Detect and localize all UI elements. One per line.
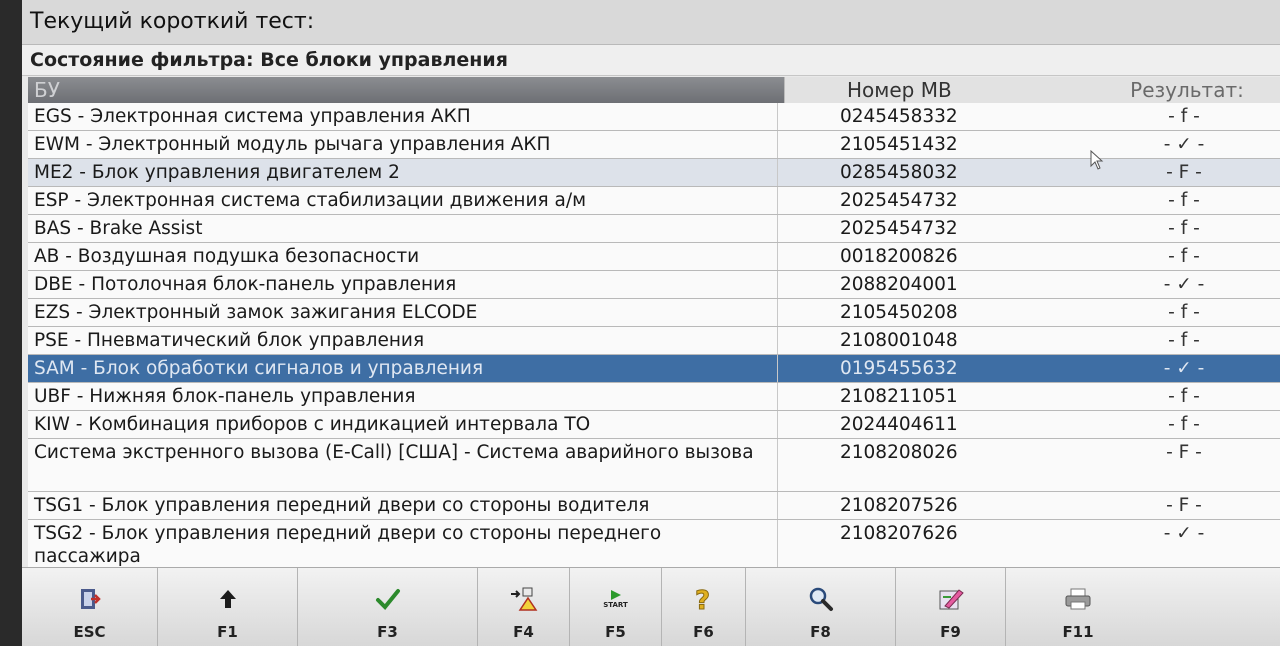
- cell-mb-number: 2108207626: [840, 523, 958, 544]
- table-row[interactable]: TSG2 - Блок управления передний двери со…: [28, 520, 1280, 567]
- cell-bu: EZS - Электронный замок зажигания ELCODE: [28, 299, 778, 326]
- table-row[interactable]: AB - Воздушная подушка безопасности 00182…: [28, 243, 1280, 271]
- edit-document-icon: [931, 581, 971, 617]
- function-key-toolbar: ESC F1 F3 F4 START F5 ? F6 F8 F9 F11: [22, 567, 1280, 646]
- cell-bu: Система экстренного вызова (E-Call) [США…: [28, 439, 778, 491]
- table-row-selected[interactable]: SAM - Блок обработки сигналов и управлен…: [28, 355, 1280, 383]
- f4-button[interactable]: F4: [478, 568, 570, 646]
- f3-key-label: F3: [377, 623, 398, 641]
- page-title: Текущий короткий тест:: [22, 0, 1280, 45]
- mouse-cursor-icon: [1090, 150, 1104, 170]
- f5-button[interactable]: START F5: [570, 568, 662, 646]
- start-icon-text: START: [603, 601, 628, 609]
- filter-status: Состояние фильтра: Все блоки управления: [22, 45, 1280, 76]
- table-row[interactable]: Система экстренного вызова (E-Call) [США…: [28, 439, 1280, 492]
- cell-bu: SAM - Блок обработки сигналов и управлен…: [28, 355, 778, 382]
- start-icon: START: [596, 581, 636, 617]
- esc-key-label: ESC: [73, 623, 106, 641]
- cell-result: - F -: [1166, 442, 1202, 463]
- f1-button[interactable]: F1: [158, 568, 298, 646]
- cell-bu: BAS - Brake Assist: [28, 215, 778, 242]
- f5-key-label: F5: [605, 623, 626, 641]
- f1-key-label: F1: [217, 623, 238, 641]
- f6-key-label: F6: [693, 623, 714, 641]
- cell-result: - ✓ -: [1163, 274, 1205, 295]
- cell-result: - F -: [1166, 162, 1202, 183]
- cell-mb-number: 2105451432: [840, 134, 958, 155]
- table-row[interactable]: UBF - Нижняя блок-панель управления 21082…: [28, 383, 1280, 411]
- table-body: EGS - Электронная система управления АКП…: [28, 103, 1280, 567]
- cell-bu: TSG1 - Блок управления передний двери со…: [28, 492, 778, 519]
- cell-bu: AB - Воздушная подушка безопасности: [28, 243, 778, 270]
- svg-text:?: ?: [695, 586, 710, 613]
- table-header: БУ Номер MB Результат:: [28, 77, 1280, 103]
- f8-key-label: F8: [810, 623, 831, 641]
- f11-button[interactable]: F11: [1006, 568, 1280, 646]
- column-header-result[interactable]: Результат:: [1094, 77, 1280, 103]
- table-row[interactable]: KIW - Комбинация приборов с индикацией и…: [28, 411, 1280, 439]
- cell-result: - f -: [1168, 330, 1200, 351]
- arrow-up-icon: [208, 581, 248, 617]
- f8-button[interactable]: F8: [746, 568, 896, 646]
- cell-mb-number: 2108207526: [840, 495, 958, 516]
- cell-mb-number: 2108001048: [840, 330, 958, 351]
- help-question-icon: ?: [684, 581, 724, 617]
- cell-bu: ME2 - Блок управления двигателем 2: [28, 159, 778, 186]
- cell-result: - f -: [1168, 414, 1200, 435]
- cell-bu: ESP - Электронная система стабилизации д…: [28, 187, 778, 214]
- cell-result: - ✓ -: [1163, 358, 1205, 379]
- table-row[interactable]: EZS - Электронный замок зажигания ELCODE…: [28, 299, 1280, 327]
- cell-mb-number: 0018200826: [840, 246, 958, 267]
- cell-result: - f -: [1168, 218, 1200, 239]
- cell-bu: EWM - Электронный модуль рычага управлен…: [28, 131, 778, 158]
- cell-mb-number: 0195455632: [840, 358, 958, 379]
- f3-button[interactable]: F3: [298, 568, 478, 646]
- f9-button[interactable]: F9: [896, 568, 1006, 646]
- cell-result: - f -: [1168, 190, 1200, 211]
- cell-mb-number: 2024404611: [840, 414, 958, 435]
- cell-bu: KIW - Комбинация приборов с индикацией и…: [28, 411, 778, 438]
- column-header-bu[interactable]: БУ: [28, 77, 784, 103]
- cell-result: - F -: [1166, 495, 1202, 516]
- cell-result: - f -: [1168, 386, 1200, 407]
- cell-mb-number: 2025454732: [840, 190, 958, 211]
- table-row[interactable]: TSG1 - Блок управления передний двери со…: [28, 492, 1280, 520]
- checkmark-icon: [368, 581, 408, 617]
- f6-button[interactable]: ? F6: [662, 568, 746, 646]
- cell-bu: EGS - Электронная система управления АКП: [28, 103, 778, 130]
- cell-bu: TSG2 - Блок управления передний двери со…: [28, 520, 778, 567]
- table-row[interactable]: DBE - Потолочная блок-панель управления 2…: [28, 271, 1280, 299]
- cell-result: - f -: [1168, 246, 1200, 267]
- f9-key-label: F9: [940, 623, 961, 641]
- esc-button[interactable]: ESC: [22, 568, 158, 646]
- cell-bu: UBF - Нижняя блок-панель управления: [28, 383, 778, 410]
- table-row[interactable]: PSE - Пневматический блок управления 2108…: [28, 327, 1280, 355]
- cell-result: - f -: [1168, 106, 1200, 127]
- cell-mb-number: 2108208026: [840, 442, 958, 463]
- magnifier-icon: [801, 581, 841, 617]
- f4-key-label: F4: [513, 623, 534, 641]
- warning-transfer-icon: [504, 581, 544, 617]
- cell-mb-number: 2105450208: [840, 302, 958, 323]
- cell-mb-number: 2088204001: [840, 274, 958, 295]
- cell-bu: DBE - Потолочная блок-панель управления: [28, 271, 778, 298]
- printer-icon: [1058, 581, 1098, 617]
- cell-result: - ✓ -: [1163, 134, 1205, 155]
- cell-result: - ✓ -: [1163, 523, 1205, 544]
- cell-mb-number: 0285458032: [840, 162, 958, 183]
- table-row[interactable]: ESP - Электронная система стабилизации д…: [28, 187, 1280, 215]
- table-row[interactable]: BAS - Brake Assist 2025454732 - f -: [28, 215, 1280, 243]
- cell-result: - f -: [1168, 302, 1200, 323]
- exit-door-icon: [70, 581, 110, 617]
- screen: Текущий короткий тест: Состояние фильтра…: [22, 0, 1280, 646]
- cell-mb-number: 0245458332: [840, 106, 958, 127]
- column-header-mb-number[interactable]: Номер MB: [784, 77, 1094, 103]
- cell-mb-number: 2108211051: [840, 386, 958, 407]
- cell-bu: PSE - Пневматический блок управления: [28, 327, 778, 354]
- cell-mb-number: 2025454732: [840, 218, 958, 239]
- f11-key-label: F11: [1062, 623, 1094, 641]
- table-row[interactable]: EGS - Электронная система управления АКП…: [28, 103, 1280, 131]
